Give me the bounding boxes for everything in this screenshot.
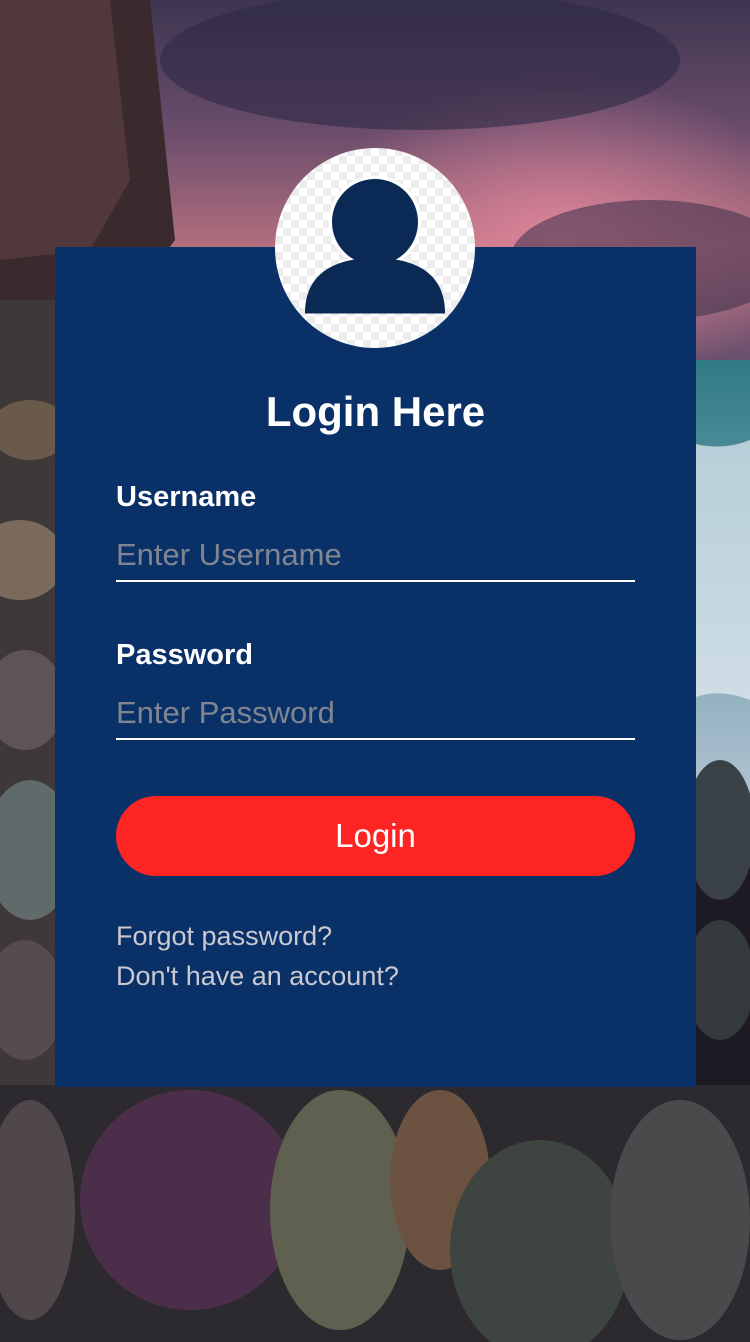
user-avatar-icon <box>275 148 475 348</box>
login-button[interactable]: Login <box>116 796 635 876</box>
forgot-password-link[interactable]: Forgot password? <box>116 919 332 953</box>
page-title: Login Here <box>265 388 486 435</box>
password-label: Password <box>116 639 253 671</box>
username-input[interactable] <box>116 530 635 582</box>
username-label: Username <box>116 481 257 513</box>
password-input[interactable] <box>116 688 635 740</box>
signup-link[interactable]: Don't have an account? <box>116 959 399 993</box>
